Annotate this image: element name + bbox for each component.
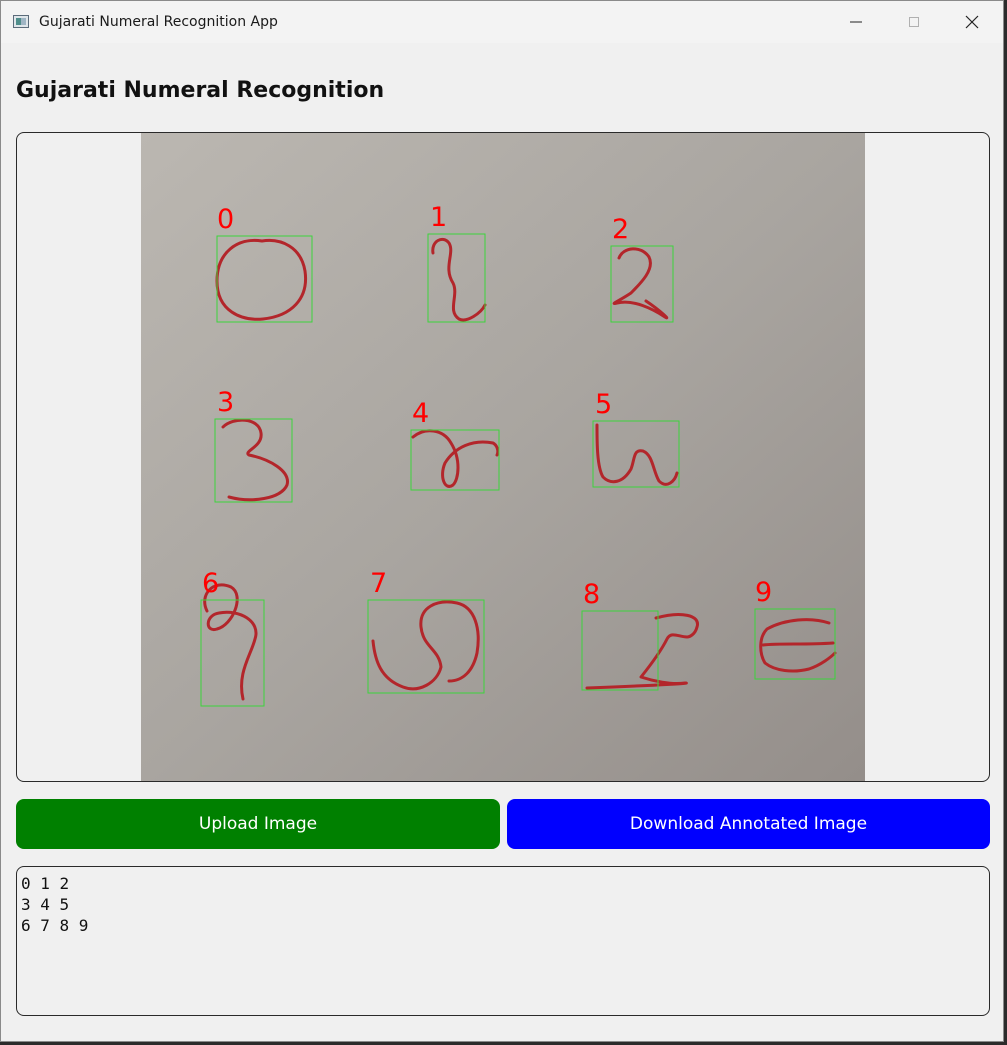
detection-label: 9 [755,577,772,608]
detection-label: 3 [217,387,234,418]
result-line: 0 1 2 [21,874,70,893]
result-line: 6 7 8 9 [21,916,89,935]
detection-label: 7 [370,568,387,599]
window-title: Gujarati Numeral Recognition App [39,14,278,30]
page-title: Gujarati Numeral Recognition [16,78,385,103]
result-textarea[interactable]: 0 1 2 3 4 5 6 7 8 9 [16,866,990,1016]
app-icon [13,15,29,28]
minimize-icon [850,21,862,23]
maximize-button[interactable] [885,1,943,43]
detection-label: 6 [202,568,219,599]
detection-label: 4 [412,398,429,429]
detection-label: 5 [595,389,612,420]
app-window: Gujarati Numeral Recognition App Gujarat… [0,0,1004,1042]
minimize-button[interactable] [827,1,885,43]
maximize-icon [909,17,919,27]
close-button[interactable] [943,1,1001,43]
image-display: 0 1 2 3 4 5 6 7 8 9 [16,132,990,782]
annotated-photo: 0 1 2 3 4 5 6 7 8 9 [141,133,865,781]
detection-label: 0 [217,204,234,235]
download-annotated-image-button[interactable]: Download Annotated Image [507,799,990,849]
detection-label: 2 [612,214,629,245]
title-bar[interactable]: Gujarati Numeral Recognition App [1,1,1003,43]
paper-background [141,133,865,781]
result-line: 3 4 5 [21,895,70,914]
detection-label: 8 [583,579,600,610]
close-icon [965,15,979,29]
detection-label: 1 [430,202,447,233]
upload-image-button[interactable]: Upload Image [16,799,500,849]
